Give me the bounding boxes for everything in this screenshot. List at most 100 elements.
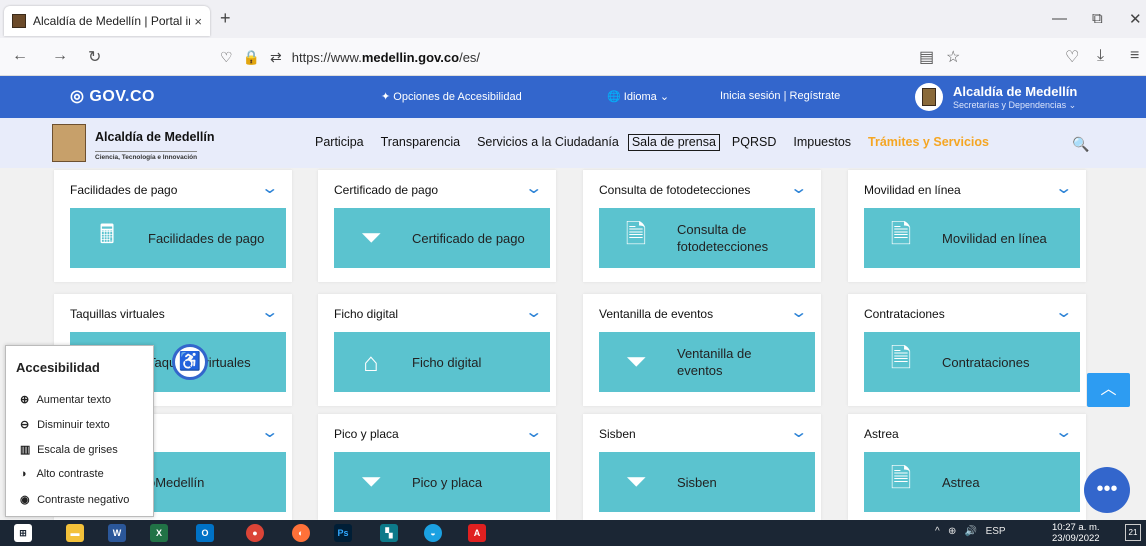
chevron-down-icon[interactable]: ⌄ [1054,422,1073,442]
card-header[interactable]: Pico y placa [334,427,399,441]
service-tile[interactable]: ⏷ Pico y placa [334,452,550,512]
chevron-down-icon[interactable]: ⌄ [260,178,279,198]
govco-logo[interactable]: ◎ GOV.CO [70,86,155,106]
card-header[interactable]: Movilidad en línea [864,183,961,197]
acrobat-icon[interactable]: A [468,524,486,542]
windows-start-icon[interactable]: ⊞ [14,524,32,542]
forward-icon[interactable]: → [52,47,68,65]
excel-icon[interactable]: X [150,524,168,542]
service-tile[interactable]: 🖩 Facilidades de pago [70,208,286,268]
pocket-icon[interactable]: ♡ [1065,47,1079,67]
nav-pqrsd[interactable]: PQRSD [732,135,776,151]
firefox-icon[interactable]: ◐ [292,524,310,542]
outlook-icon[interactable]: O [196,524,214,542]
chevron-up-icon[interactable]: ^ [935,526,940,537]
chevron-down-icon[interactable]: ⌄ [260,302,279,322]
nav-servicios-ciudadania[interactable]: Servicios a la Ciudadanía [477,135,619,151]
card-header[interactable]: Ficho digital [334,307,398,321]
high-contrast-option[interactable]: ◑ Alto contraste [20,468,104,480]
card-header[interactable]: Contrataciones [864,307,945,321]
card-header[interactable]: Taquillas virtuales [70,307,165,321]
language-selector[interactable]: 🌐 Idioma ⌄ [607,90,669,103]
card-header[interactable]: Facilidades de pago [70,183,177,197]
browser-tab[interactable]: Alcaldía de Medellín | Portal ins… × [4,6,210,36]
login-register-link[interactable]: Inicia sesión | Regístrate [720,90,840,102]
decrease-text-option[interactable]: ⊖ Disminuir texto [20,418,110,431]
download-icon[interactable]: ⤓ [1097,47,1104,65]
chevron-down-icon[interactable]: ⌄ [789,178,808,198]
grayscale-icon: ▥ [20,444,31,456]
grayscale-option[interactable]: ▥ Escala de grises [20,443,118,456]
chevron-down-icon[interactable]: ⌄ [789,302,808,322]
nav-tramites-servicios[interactable]: Trámites y Servicios [868,135,989,151]
card-header[interactable]: Astrea [864,427,899,441]
house-icon: ⌂ [363,346,379,377]
increase-text-option[interactable]: ⊕ Aumentar texto [20,393,111,406]
permissions-icon[interactable]: ⇄ [270,49,282,66]
accessibility-toggle-button[interactable]: ♿ [172,344,208,380]
service-tile[interactable]: 🗎 Contrataciones [864,332,1080,392]
search-icon[interactable]: 🔍 [1070,133,1092,155]
favicon-icon [12,14,26,28]
scroll-to-top-button[interactable]: ︿ [1087,373,1130,407]
chevron-down-icon[interactable]: ⌄ [789,422,808,442]
edge-icon[interactable]: ◒ [424,524,442,542]
double-chevron-icon: ⏷ [625,466,647,496]
chevron-down-icon[interactable]: ⌄ [524,178,543,198]
service-tile[interactable]: ⌂ Ficho digital [334,332,550,392]
chevron-down-icon[interactable]: ⌄ [260,422,279,442]
network-icon[interactable]: ⊕ [948,526,956,537]
chat-bubble-button[interactable]: ••• [1084,467,1130,513]
chevron-down-icon[interactable]: ⌄ [524,302,543,322]
clock[interactable]: 10:27 a. m. 23/09/2022 [1052,522,1100,544]
volume-icon[interactable]: 🔊 [965,526,977,537]
card-header[interactable]: Sisben [599,427,636,441]
tab-close-button[interactable]: × [194,14,202,29]
card-header[interactable]: Consulta de fotodetecciones [599,183,750,197]
shield-icon[interactable]: ♡ [220,49,233,66]
url-bar[interactable]: ♡ 🔒 ⇄ https://www.medellin.gov.co/es/ [220,43,960,71]
bookmark-star-icon[interactable]: ☆ [946,47,960,67]
menu-icon[interactable]: ≡ [1130,47,1139,65]
zoom-out-icon: ⊖ [20,419,30,431]
main-nav: Participa Transparencia Servicios a la C… [315,134,1006,151]
minimize-button[interactable]: — [1052,10,1067,27]
alcaldia-name[interactable]: Alcaldía de Medellín [953,84,1077,99]
close-window-button[interactable]: ✕ [1129,10,1142,28]
teams-icon[interactable]: ▚ [380,524,398,542]
language-indicator[interactable]: ESP [986,526,1006,537]
service-tile[interactable]: ⏷ Certificado de pago [334,208,550,268]
crest-logo[interactable] [52,124,86,162]
chevron-down-icon[interactable]: ⌄ [1054,302,1073,322]
service-tile[interactable]: 🗎 Consulta de fotodetecciones [599,208,815,268]
word-icon[interactable]: W [108,524,126,542]
dependencias-dropdown[interactable]: Secretarías y Dependencias ⌄ [953,100,1076,111]
notifications-icon[interactable]: 21 [1125,524,1141,541]
negative-contrast-option[interactable]: ◉ Contraste negativo [20,493,129,506]
service-tile[interactable]: 🗎 Astrea [864,452,1080,512]
accessibility-options-link[interactable]: ✦ Opciones de Accesibilidad [381,90,522,103]
file-explorer-icon[interactable]: ▬ [66,524,84,542]
service-card: Certificado de pago ⌄ ⏷ Certificado de pa… [318,170,556,282]
chevron-down-icon[interactable]: ⌄ [524,422,543,442]
service-tile[interactable]: ⏷ Sisben [599,452,815,512]
nav-impuestos[interactable]: Impuestos [793,135,851,151]
chevron-down-icon[interactable]: ⌄ [1054,178,1073,198]
nav-sala-de-prensa[interactable]: Sala de prensa [627,134,720,151]
nav-transparencia[interactable]: Transparencia [381,135,460,151]
service-tile[interactable]: ⏷ Ventanilla de eventos [599,332,815,392]
back-icon[interactable]: ← [12,47,28,65]
card-header[interactable]: Ventanilla de eventos [599,307,713,321]
contrast-icon: ◑ [20,468,27,480]
reader-view-icon[interactable]: ▤ [919,47,934,67]
restore-button[interactable]: ⧉ [1092,10,1103,27]
reload-icon[interactable]: ↻ [88,47,101,67]
photoshop-icon[interactable]: Ps [334,524,352,542]
nav-participa[interactable]: Participa [315,135,364,151]
lock-icon[interactable]: 🔒 [243,49,260,66]
org-name[interactable]: Alcaldía de Medellín [95,130,214,144]
chrome-icon[interactable]: ● [246,524,264,542]
new-tab-button[interactable]: + [220,8,231,29]
service-tile[interactable]: 🗎 Movilidad en línea [864,208,1080,268]
card-header[interactable]: Certificado de pago [334,183,438,197]
